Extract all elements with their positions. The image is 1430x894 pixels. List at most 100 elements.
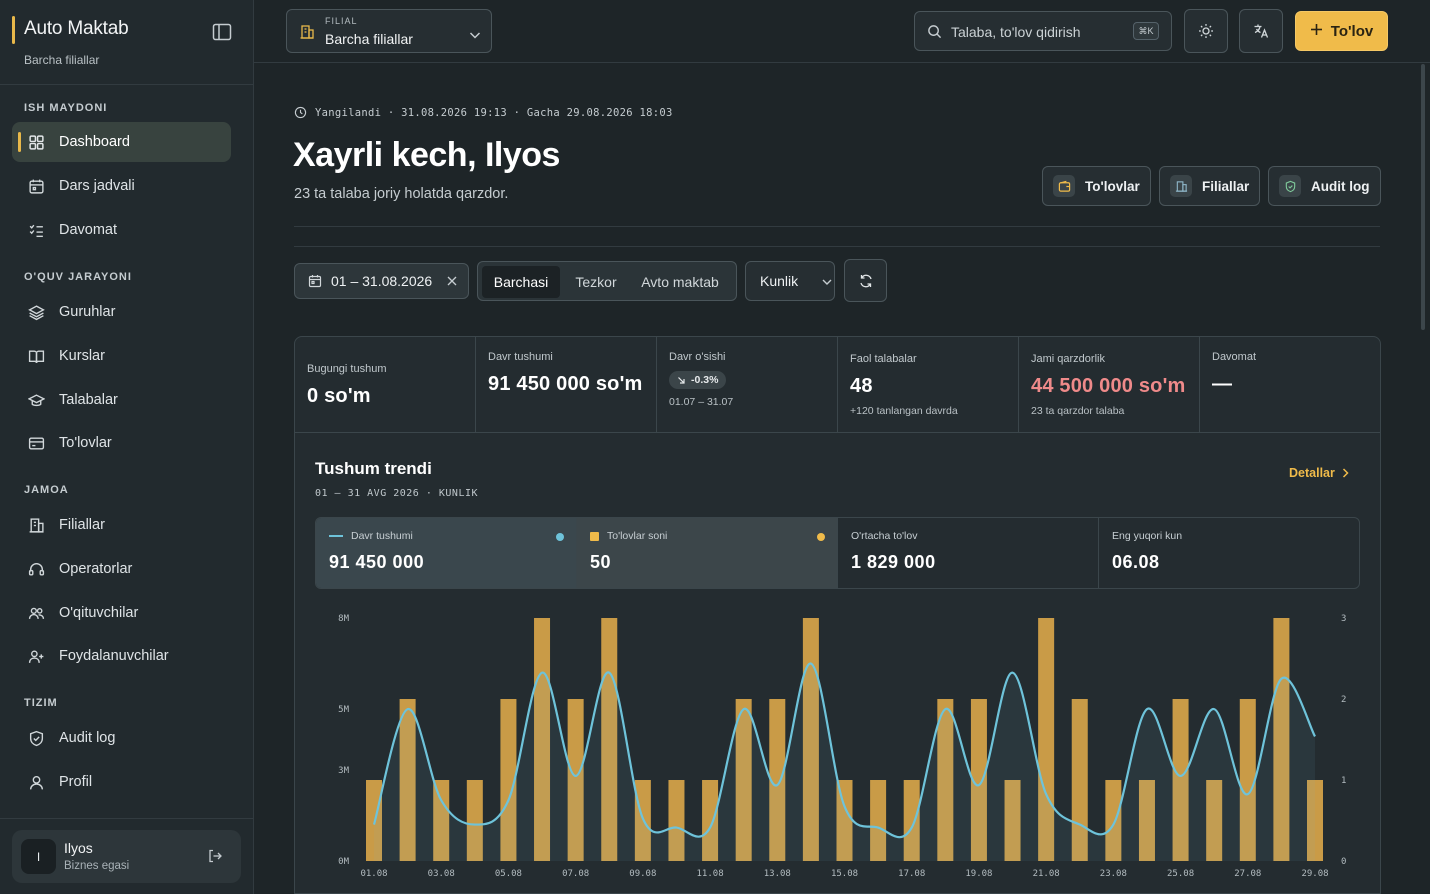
y-left-tick-label: 0M xyxy=(338,857,349,867)
kpi-davr-tushumi: Davr tushumi 91 450 000 so'm xyxy=(476,337,657,433)
sidebar-item-davomat[interactable]: Davomat xyxy=(12,210,231,250)
checklist-icon xyxy=(28,222,45,239)
metric-label-text: Davr tushumi xyxy=(351,530,413,542)
refresh-button[interactable] xyxy=(844,259,887,302)
x-tick-label: 05.08 xyxy=(495,869,522,879)
wallet-icon xyxy=(1053,175,1075,197)
quick-action-label: To'lovlar xyxy=(1085,178,1140,194)
sidebar-item-audit-log[interactable]: Audit log xyxy=(12,718,231,758)
branch-select[interactable]: FILIAL Barcha filiallar xyxy=(286,9,492,53)
kpi-jami-qarzdorlik: Jami qarzdorlik 44 500 000 so'm 23 ta qa… xyxy=(1019,337,1200,433)
kpi-davr-osishi: Davr o'sishi -0.3% 01.07 – 31.07 xyxy=(657,337,838,433)
kpi-faol-talabalar: Faol talabalar 48 +120 tanlangan davrda xyxy=(838,337,1019,433)
x-tick-label: 09.08 xyxy=(629,869,656,879)
sidebar-item-label: Audit log xyxy=(59,730,116,746)
sidebar-toggle-icon[interactable] xyxy=(212,23,232,41)
details-link[interactable]: Detallar xyxy=(1289,466,1350,480)
quick-action-filiallar[interactable]: Filiallar xyxy=(1159,166,1260,206)
building-icon xyxy=(1170,175,1192,197)
segment-barchasi[interactable]: Barchasi xyxy=(482,266,560,298)
layers-icon xyxy=(28,304,45,321)
date-range-value: 01 – 31.08.2026 xyxy=(331,273,433,289)
y-right-tick-label: 2 xyxy=(1341,695,1346,705)
sidebar-item-label: Dars jadvali xyxy=(59,178,135,194)
sidebar-item-dars-jadvali[interactable]: Dars jadvali xyxy=(12,166,231,206)
sidebar-item-label: To'lovlar xyxy=(59,435,112,451)
kpi-label: Davr o'sishi xyxy=(669,351,726,363)
sidebar-item-label: Filiallar xyxy=(59,517,105,533)
theme-toggle-button[interactable] xyxy=(1184,9,1228,53)
search-shortcut: ⌘K xyxy=(1133,22,1159,40)
clear-date-icon[interactable] xyxy=(445,274,459,288)
user-icon xyxy=(28,774,45,791)
x-tick-label: 07.08 xyxy=(562,869,589,879)
search-input[interactable] xyxy=(951,21,1131,43)
quick-action-tolovlar[interactable]: To'lovlar xyxy=(1042,166,1151,206)
shield-icon xyxy=(1279,175,1301,197)
sidebar-item-operatorlar[interactable]: Operatorlar xyxy=(12,549,231,589)
refresh-icon xyxy=(859,274,872,287)
date-range-picker[interactable]: 01 – 31.08.2026 xyxy=(294,263,469,299)
metric-value: 91 450 000 xyxy=(329,552,425,572)
graduation-cap-icon xyxy=(28,392,45,409)
y-right-tick-label: 0 xyxy=(1341,857,1346,867)
kpi-value: 91 450 000 so'm xyxy=(488,373,643,395)
app-subtitle: Barcha filiallar xyxy=(24,53,100,67)
kpi-note: 01.07 – 31.07 xyxy=(669,396,734,408)
logout-icon[interactable] xyxy=(207,848,223,864)
updated-status: Yangilandi · 31.08.2026 19:13 · Gacha 29… xyxy=(294,106,673,119)
kpi-row: Bugungi tushum 0 so'm Davr tushumi 91 45… xyxy=(295,337,1380,433)
sidebar-item-talabalar[interactable]: Talabalar xyxy=(12,380,231,420)
sidebar-item-kurslar[interactable]: Kurslar xyxy=(12,336,231,376)
period-select[interactable]: Kunlik xyxy=(745,261,835,301)
sidebar-item-profil[interactable]: Profil xyxy=(12,762,231,802)
sidebar-item-dashboard[interactable]: Dashboard xyxy=(12,122,231,162)
grid-icon xyxy=(28,134,45,151)
sidebar-item-label: Guruhlar xyxy=(59,304,116,320)
sidebar-divider xyxy=(0,84,254,85)
scrollbar[interactable] xyxy=(1421,64,1425,330)
metric-card-tolovlar-soni[interactable]: To'lovlar soni 50 xyxy=(577,518,838,588)
chevron-down-icon xyxy=(822,279,832,285)
category-segmented-control: Barchasi Tezkor Avto maktab xyxy=(477,261,737,301)
quick-action-audit-log[interactable]: Audit log xyxy=(1268,166,1381,206)
dashboard-panel: Bugungi tushum 0 so'm Davr tushumi 91 45… xyxy=(294,336,1381,894)
segment-tezkor[interactable]: Tezkor xyxy=(564,266,628,298)
metric-value: 50 xyxy=(590,552,612,572)
x-tick-label: 17.08 xyxy=(898,869,925,879)
x-tick-label: 19.08 xyxy=(965,869,992,879)
credit-card-icon xyxy=(28,435,45,452)
building-icon xyxy=(28,517,45,534)
calendar-icon xyxy=(308,275,322,288)
kpi-label: Davomat xyxy=(1212,351,1257,363)
branch-value: Barcha filiallar xyxy=(325,31,413,47)
shield-icon xyxy=(28,730,45,747)
kpi-label: Davr tushumi xyxy=(488,351,553,363)
sidebar-item-guruhlar[interactable]: Guruhlar xyxy=(12,292,231,332)
quick-action-label: Audit log xyxy=(1311,178,1370,194)
search-box[interactable]: ⌘K xyxy=(914,11,1172,51)
x-tick-label: 01.08 xyxy=(360,869,387,879)
x-tick-label: 27.08 xyxy=(1234,869,1261,879)
updated-text: Yangilandi · 31.08.2026 19:13 · Gacha 29… xyxy=(315,106,673,119)
bar-legend-swatch xyxy=(590,531,599,541)
sidebar-item-label: O'qituvchilar xyxy=(59,605,139,621)
segment-avto-maktab[interactable]: Avto maktab xyxy=(632,266,728,298)
user-card[interactable]: I Ilyos Biznes egasi xyxy=(12,830,241,883)
metric-value: 06.08 xyxy=(1112,552,1160,572)
sidebar-item-filiallar[interactable]: Filiallar xyxy=(12,505,231,545)
building-icon xyxy=(299,24,315,40)
section-label-ish-maydoni: ISH MAYDONI xyxy=(24,102,108,114)
metric-label: To'lovlar soni xyxy=(590,530,667,542)
language-button[interactable] xyxy=(1239,9,1283,53)
metric-card-davr-tushumi[interactable]: Davr tushumi 91 450 000 xyxy=(316,518,577,588)
sidebar-item-oqituvchilar[interactable]: O'qituvchilar xyxy=(12,593,231,633)
chevron-right-icon xyxy=(1342,468,1349,478)
sidebar-item-tolovlar[interactable]: To'lovlar xyxy=(12,423,231,463)
metric-card-ortacha-tolov: O'rtacha to'lov 1 829 000 xyxy=(838,518,1099,588)
metric-label: Eng yuqori kun xyxy=(1112,530,1183,542)
new-payment-button[interactable]: To'lov xyxy=(1295,11,1388,51)
trend-metric-cards: Davr tushumi 91 450 000 To'lovlar soni 5… xyxy=(315,517,1360,589)
kpi-label: Jami qarzdorlik xyxy=(1031,353,1105,365)
sidebar-item-foydalanuvchilar[interactable]: Foydalanuvchilar xyxy=(12,636,231,676)
